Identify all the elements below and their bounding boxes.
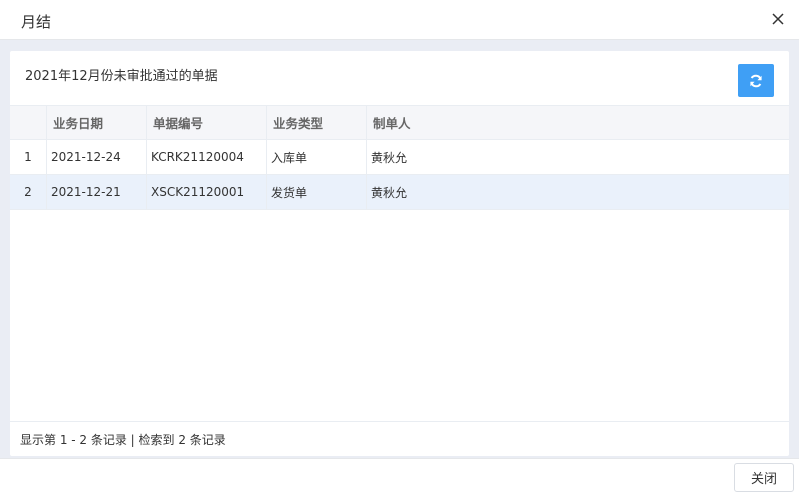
column-header-index bbox=[10, 106, 47, 139]
cell-creator: 黄秋允 bbox=[371, 185, 408, 200]
cell-type: 入库单 bbox=[267, 140, 367, 174]
dialog-title: 月结 bbox=[21, 13, 52, 31]
records-table: 业务日期 单据编号 业务类型 制单人 1 2021-12-24 KCRK2112… bbox=[10, 105, 789, 210]
records-panel: 2021年12月份未审批通过的单据 业务日期 单据编号 业务类型 制单人 1 2… bbox=[10, 51, 789, 456]
panel-caption: 2021年12月份未审批通过的单据 bbox=[25, 69, 218, 84]
close-icon[interactable] bbox=[767, 8, 789, 30]
cell-doc-no: XSCK21120001 bbox=[147, 175, 267, 209]
cell-date: 2021-12-21 bbox=[47, 175, 147, 209]
table-header-row: 业务日期 单据编号 业务类型 制单人 bbox=[10, 105, 789, 140]
row-index: 1 bbox=[10, 140, 47, 174]
column-header-creator[interactable]: 制单人 bbox=[367, 106, 789, 139]
cell-doc-no: KCRK21120004 bbox=[147, 140, 267, 174]
cell-creator: 黄秋允 bbox=[371, 150, 408, 165]
dialog-body: 2021年12月份未审批通过的单据 业务日期 单据编号 业务类型 制单人 1 2… bbox=[0, 40, 799, 458]
cell-date: 2021-12-24 bbox=[47, 140, 147, 174]
refresh-icon bbox=[750, 74, 762, 87]
close-button[interactable]: 关闭 bbox=[734, 463, 794, 492]
dialog-footer: 关闭 bbox=[0, 458, 799, 499]
column-header-doc-no[interactable]: 单据编号 bbox=[147, 106, 267, 139]
row-index: 2 bbox=[10, 175, 47, 209]
cell-type: 发货单 bbox=[267, 175, 367, 209]
dialog-header: 月结 bbox=[0, 0, 799, 40]
column-header-type[interactable]: 业务类型 bbox=[267, 106, 367, 139]
pagination-info: 显示第 1 - 2 条记录 | 检索到 2 条记录 bbox=[10, 421, 789, 456]
column-header-date[interactable]: 业务日期 bbox=[47, 106, 147, 139]
refresh-button[interactable] bbox=[738, 64, 774, 97]
table-row[interactable]: 2 2021-12-21 XSCK21120001 发货单 黄秋允 bbox=[10, 175, 789, 210]
table-row[interactable]: 1 2021-12-24 KCRK21120004 入库单 黄秋允 bbox=[10, 140, 789, 175]
